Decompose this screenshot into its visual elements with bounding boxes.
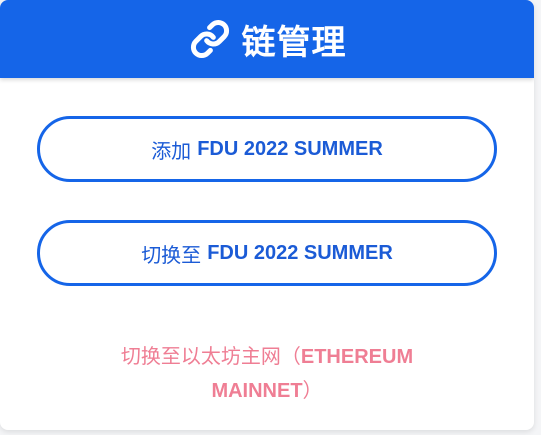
switch-to-mainnet-link[interactable]: 切换至以太坊主网（ETHEREUM MAINNET） [100,340,434,408]
switch-chain-button-prefix: 切换至 [141,244,202,267]
add-chain-button-chain: FDU 2022 SUMMER [197,137,383,160]
add-chain-button[interactable]: 添加 FDU 2022 SUMMER [37,116,497,182]
switch-chain-button[interactable]: 切换至 FDU 2022 SUMMER [37,220,497,286]
page-title: 链管理 [241,23,347,62]
card-header: 链管理 [0,0,534,78]
add-chain-button-prefix: 添加 [151,140,192,163]
chain-management-card: 链管理 添加 FDU 2022 SUMMER 切换至 FDU 2022 SUMM… [0,0,534,430]
mainnet-link-prefix: 切换至以太坊主网（ [120,346,301,368]
mainnet-link-suffix: ） [302,380,323,402]
link-icon [188,17,232,61]
switch-chain-button-chain: FDU 2022 SUMMER [207,241,393,264]
